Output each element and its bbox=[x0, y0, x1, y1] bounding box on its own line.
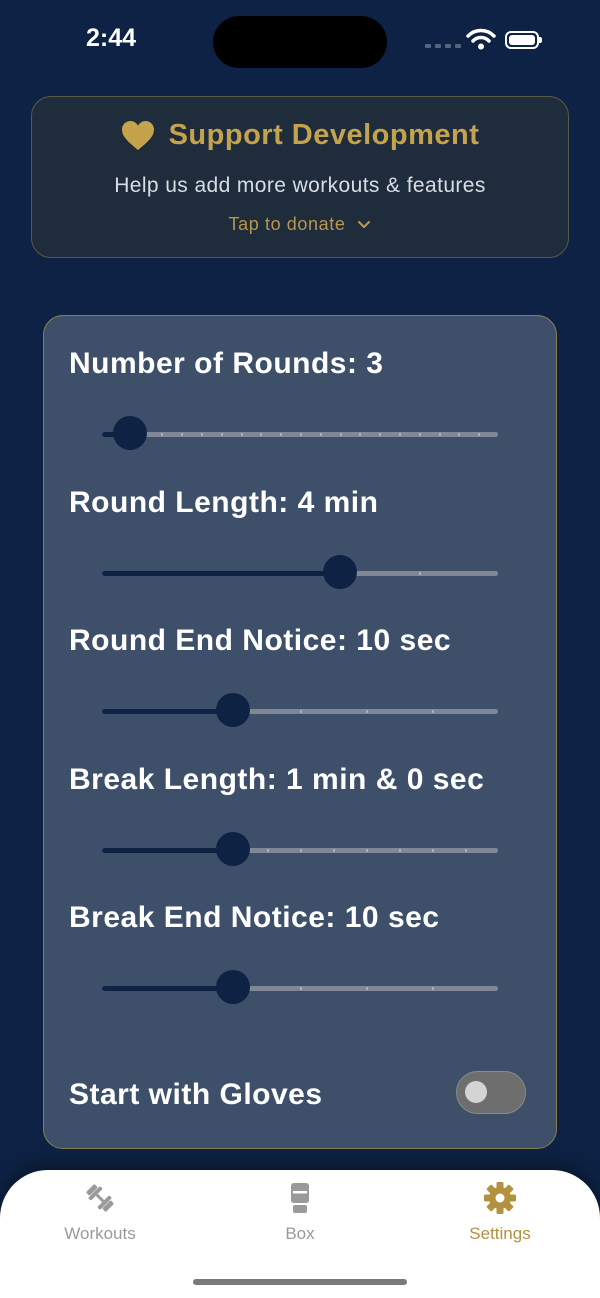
home-indicator bbox=[193, 1279, 407, 1285]
slider-tick bbox=[181, 433, 184, 436]
slider-thumb[interactable] bbox=[112, 416, 147, 450]
gloves-toggle[interactable] bbox=[456, 1071, 526, 1114]
chevron-down-icon bbox=[358, 220, 371, 228]
slider-tick bbox=[366, 710, 368, 713]
tab-settings-label: Settings bbox=[469, 1224, 531, 1243]
slider-tick bbox=[300, 710, 302, 713]
dynamic-island bbox=[213, 16, 387, 68]
heart-icon bbox=[121, 120, 154, 150]
slider-tick bbox=[201, 433, 203, 436]
slider-tick bbox=[478, 433, 481, 436]
donate-subtitle: Help us add more workouts & features bbox=[114, 174, 486, 197]
tab-workouts[interactable]: Workouts bbox=[30, 1180, 170, 1244]
donate-card[interactable]: Support Development Help us add more wor… bbox=[31, 96, 569, 258]
round-end-notice-slider[interactable] bbox=[102, 693, 498, 729]
rounds-label: Number of Rounds: 3 bbox=[69, 347, 384, 380]
slider-tick bbox=[366, 849, 368, 852]
tab-box[interactable]: Box bbox=[230, 1180, 370, 1244]
slider-tick bbox=[379, 433, 382, 436]
slider-thumb[interactable] bbox=[215, 832, 250, 866]
slider-fill bbox=[102, 986, 233, 991]
slider-tick bbox=[280, 433, 283, 436]
round-length-label: Round Length: 4 min bbox=[69, 486, 379, 519]
battery-icon bbox=[505, 31, 542, 49]
donate-title: Support Development bbox=[168, 119, 480, 151]
break-end-notice-label: Break End Notice: 10 sec bbox=[69, 901, 440, 934]
boxing-glove-icon bbox=[291, 1183, 309, 1213]
slider-tick bbox=[319, 433, 322, 436]
slider-tick bbox=[399, 433, 401, 436]
tab-box-label: Box bbox=[285, 1224, 315, 1243]
slider-tick bbox=[432, 987, 434, 990]
tab-workouts-label: Workouts bbox=[64, 1224, 136, 1243]
status-bar: 2:44 bbox=[0, 0, 600, 84]
settings-card: Number of Rounds: 3 Round Length: 4 min … bbox=[43, 315, 557, 1149]
slider-thumb[interactable] bbox=[215, 970, 250, 1004]
slider-tick bbox=[300, 849, 302, 852]
round-length-slider[interactable] bbox=[102, 555, 498, 591]
toggle-knob bbox=[465, 1081, 487, 1103]
dumbbell-icon bbox=[86, 1184, 114, 1212]
slider-tick bbox=[300, 433, 302, 436]
gloves-toggle-label: Start with Gloves bbox=[69, 1078, 323, 1111]
slider-tick bbox=[267, 849, 269, 852]
slider-thumb[interactable] bbox=[215, 693, 250, 727]
slider-tick bbox=[366, 987, 368, 990]
slider-tick bbox=[432, 710, 434, 713]
wifi-icon bbox=[466, 28, 496, 50]
slider-tick bbox=[399, 849, 401, 852]
round-end-notice-label: Round End Notice: 10 sec bbox=[69, 624, 452, 657]
slider-tick bbox=[418, 572, 421, 575]
slider-tick bbox=[240, 433, 243, 436]
slider-tick bbox=[333, 849, 335, 852]
rounds-slider[interactable] bbox=[102, 416, 498, 452]
donate-title-row: Support Development bbox=[32, 119, 568, 152]
tab-settings[interactable]: Settings bbox=[430, 1180, 570, 1244]
break-length-label: Break Length: 1 min & 0 sec bbox=[69, 763, 485, 796]
break-end-notice-slider[interactable] bbox=[102, 970, 498, 1006]
slider-tick bbox=[438, 433, 441, 436]
slider-tick bbox=[418, 433, 421, 436]
slider-tick bbox=[161, 433, 164, 436]
donate-cta-label: Tap to donate bbox=[228, 214, 346, 234]
gear-icon bbox=[484, 1182, 516, 1214]
slider-tick bbox=[458, 433, 461, 436]
slider-tick bbox=[300, 987, 302, 990]
slider-thumb[interactable] bbox=[322, 555, 357, 589]
slider-tick bbox=[432, 849, 434, 852]
slider-fill bbox=[102, 709, 233, 714]
break-length-slider[interactable] bbox=[102, 832, 498, 868]
donate-cta[interactable]: Tap to donate bbox=[32, 214, 568, 235]
slider-tick bbox=[359, 433, 362, 436]
slider-fill bbox=[102, 848, 233, 853]
slider-tick bbox=[339, 433, 342, 436]
slider-tick bbox=[465, 849, 467, 852]
slider-tick bbox=[220, 433, 223, 436]
cellular-signal-icon bbox=[425, 44, 461, 48]
status-time: 2:44 bbox=[86, 24, 137, 52]
slider-fill bbox=[102, 571, 340, 576]
slider-tick bbox=[260, 433, 263, 436]
